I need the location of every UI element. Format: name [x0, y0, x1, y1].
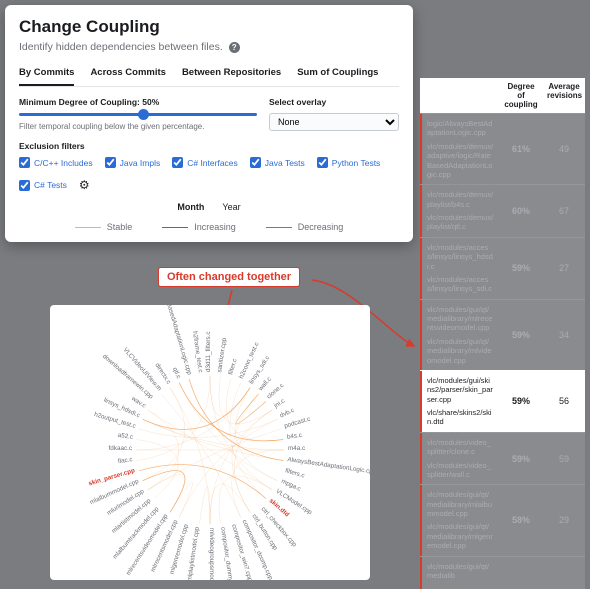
file-pair: vlc/modules/video_splitter/clone.cvlc/mo…: [420, 433, 499, 485]
tab-sum-couplings[interactable]: Sum of Couplings: [297, 67, 378, 86]
table-row[interactable]: logic/AlwaysBestAdaptationLogic.cppvlc/m…: [420, 113, 585, 184]
coupling-table: Degree of coupling Average revisions log…: [420, 78, 585, 589]
coupling-pct: 60%: [499, 185, 543, 237]
chord-node-label[interactable]: flac.c: [118, 456, 134, 465]
filter-csharp-interfaces[interactable]: C# Interfaces: [172, 157, 238, 168]
gear-icon[interactable]: ⚙: [79, 178, 90, 192]
chord-node-label[interactable]: jni.c: [272, 398, 286, 410]
legend-stable-icon: [75, 227, 101, 228]
chord-node-label[interactable]: m4a.c: [288, 445, 305, 452]
table-row[interactable]: vlc/modules/access/linsys/linsys_hdsdi.c…: [420, 237, 585, 299]
tab-between-repos[interactable]: Between Repositories: [182, 67, 281, 86]
overlay-label: Select overlay: [269, 97, 399, 107]
chord-node-label[interactable]: filters.c: [284, 467, 305, 479]
min-degree-label: Minimum Degree of Coupling: 50%: [19, 97, 257, 107]
coupling-pct: 58%: [499, 485, 543, 555]
file-pair: vlc/modules/gui/qt/medialibrary/mlalbumm…: [420, 485, 499, 555]
col-degree[interactable]: Degree of coupling: [499, 78, 543, 113]
avg-rev: 27: [543, 238, 585, 299]
tabs: By Commits Across Commits Between Reposi…: [19, 67, 399, 87]
file-pair: logic/AlwaysBestAdaptationLogic.cppvlc/m…: [420, 114, 499, 184]
chord-node-label[interactable]: dvb.c: [279, 407, 296, 420]
chord-node-label[interactable]: podcast.c: [283, 416, 311, 430]
avg-rev: 56: [543, 371, 585, 432]
chord-node-label[interactable]: wav.c: [129, 395, 147, 410]
chord-node-label[interactable]: filter.c: [227, 358, 238, 376]
tab-across-commits[interactable]: Across Commits: [90, 67, 166, 86]
slider-thumb-icon[interactable]: [138, 109, 149, 120]
table-row[interactable]: vlc/modules/gui/qt/medialibrary/mlrecent…: [420, 299, 585, 370]
period-year[interactable]: Year: [222, 202, 240, 212]
coupling-pct: 59%: [499, 238, 543, 299]
chord-node-label[interactable]: qtl.c: [171, 366, 182, 379]
avg-rev: [543, 557, 585, 589]
filter-java-impls[interactable]: Java Impls: [105, 157, 161, 168]
avg-rev: 49: [543, 114, 585, 184]
overlay-select[interactable]: None: [269, 113, 399, 131]
chord-node-label[interactable]: a52.c: [117, 432, 133, 441]
coupling-pct: 59%: [499, 433, 543, 485]
coupling-pct: 59%: [499, 371, 543, 432]
file-pair: vlc/modules/gui/qt/medialib: [420, 557, 499, 589]
legend-increasing-icon: [162, 227, 188, 228]
table-row[interactable]: vlc/modules/gui/skins2/parser/skin_parse…: [420, 370, 585, 432]
avg-rev: 59: [543, 433, 585, 485]
filter-c-includes[interactable]: C/C++ Includes: [19, 157, 93, 168]
file-pair: vlc/modules/demux/playlist/b4s.cvlc/modu…: [420, 185, 499, 237]
annotation-label: Often changed together: [158, 267, 300, 287]
table-row[interactable]: vlc/modules/demux/playlist/b4s.cvlc/modu…: [420, 184, 585, 237]
avg-rev: 29: [543, 485, 585, 555]
min-degree-slider[interactable]: [19, 113, 257, 116]
coupling-pct: 61%: [499, 114, 543, 184]
table-header: Degree of coupling Average revisions: [420, 78, 585, 113]
filters-title: Exclusion filters: [19, 141, 399, 151]
table-row[interactable]: vlc/modules/gui/qt/medialibrary/mlalbumm…: [420, 484, 585, 555]
avg-rev: 67: [543, 185, 585, 237]
filter-java-tests[interactable]: Java Tests: [250, 157, 305, 168]
filter-python-tests[interactable]: Python Tests: [317, 157, 381, 168]
coupling-pct: 59%: [499, 300, 543, 370]
chord-node-label[interactable]: b4s.c: [286, 432, 302, 441]
panel-title: Change Coupling: [19, 17, 399, 37]
trend-legend: Stable Increasing Decreasing: [19, 222, 399, 232]
chord-node-label[interactable]: fdkaac.c: [109, 445, 132, 452]
chord-chart[interactable]: d3d11_filters.csanitizer.cppfilter.ch2co…: [50, 305, 370, 580]
table-row[interactable]: vlc/modules/gui/qt/medialib: [420, 556, 585, 589]
tab-by-commits[interactable]: By Commits: [19, 67, 74, 86]
chord-node-label[interactable]: d3d11_filters.c: [205, 332, 212, 373]
chord-node-label[interactable]: h2frame_test.c: [191, 331, 204, 373]
chord-node-label[interactable]: mlplaylistmodel.cpp: [186, 526, 201, 580]
help-icon[interactable]: ?: [229, 42, 240, 53]
chord-node-label[interactable]: sanitizer.cpp: [216, 337, 228, 373]
table-row[interactable]: vlc/modules/video_splitter/clone.cvlc/mo…: [420, 432, 585, 485]
panel-subtitle: Identify hidden dependencies between fil…: [19, 41, 399, 53]
file-pair: vlc/modules/gui/skins2/parser/skin_parse…: [420, 371, 499, 432]
min-degree-hint: Filter temporal coupling below the given…: [19, 122, 257, 131]
file-pair: vlc/modules/access/linsys/linsys_hdsdi.c…: [420, 238, 499, 299]
change-coupling-panel: Change Coupling Identify hidden dependen…: [5, 5, 413, 242]
col-revisions[interactable]: Average revisions: [543, 78, 585, 113]
coupling-pct: [499, 557, 543, 589]
chord-node-label[interactable]: mlvideogroupsmodel.cpp: [208, 528, 215, 580]
period-toggle: Month Year: [19, 202, 399, 212]
period-month[interactable]: Month: [177, 202, 204, 212]
avg-rev: 34: [543, 300, 585, 370]
legend-decreasing-icon: [266, 227, 292, 228]
file-pair: vlc/modules/gui/qt/medialibrary/mlrecent…: [420, 300, 499, 370]
filter-csharp-tests[interactable]: C# Tests: [19, 180, 67, 191]
